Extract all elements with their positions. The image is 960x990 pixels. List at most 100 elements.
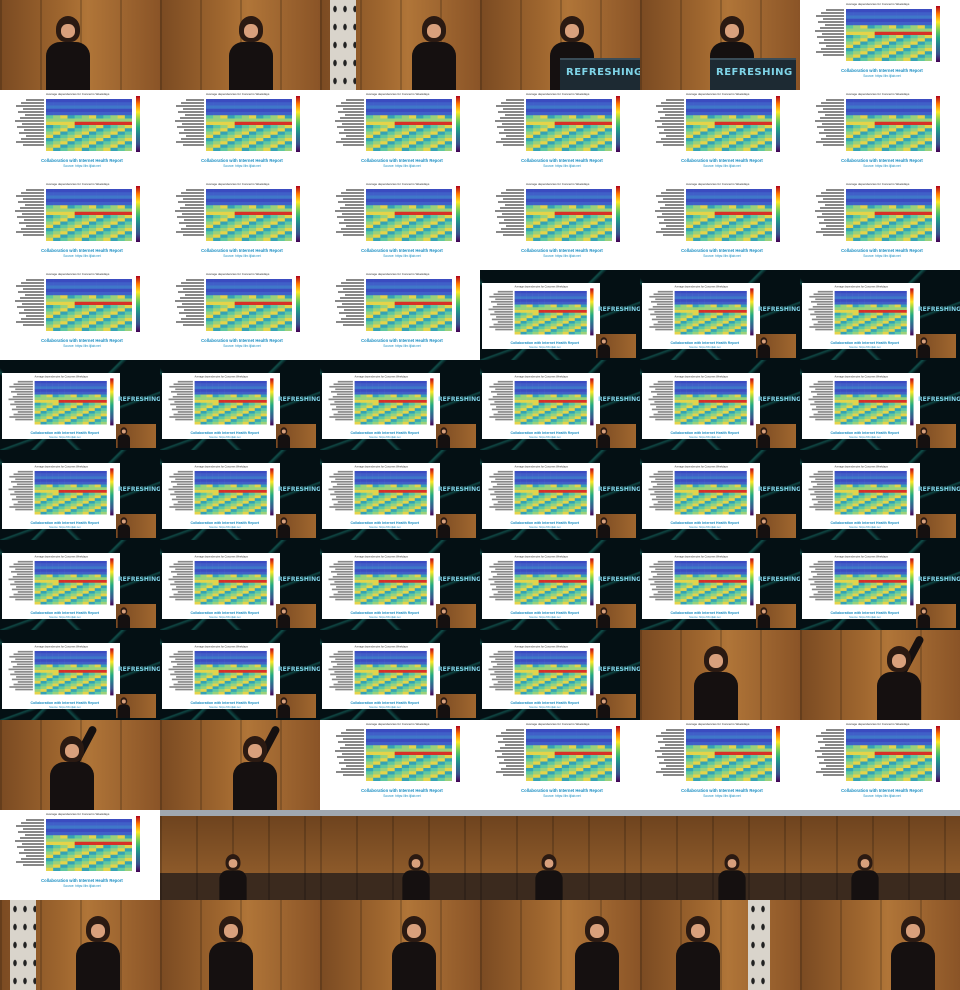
heatmap-chart: Average dependencies for Concerns Weekda…: [172, 272, 312, 358]
speaker-figure: [756, 516, 772, 538]
event-logo: REFRESHING: [758, 576, 800, 583]
slide-caption: Collaboration with Internet Health Repor…: [510, 700, 580, 705]
slide-caption: Collaboration with Internet Health Repor…: [30, 520, 100, 525]
heatmap: [366, 279, 452, 331]
heatmap: [514, 290, 587, 335]
podium: REFRESHING: [560, 58, 640, 90]
slide-with-speaker-frame: Average dependencies for Concerns Weekda…: [0, 540, 160, 630]
chart-title: Average dependencies for Concerns Weekda…: [366, 272, 430, 276]
chart-title: Average dependencies for Concerns Weekda…: [354, 375, 408, 379]
colorbar: [270, 378, 274, 426]
speaker-inset: [756, 424, 796, 448]
heatmap-chart: Average dependencies for Concerns Weekda…: [646, 555, 764, 627]
slide-thumbnail: Average dependencies for Concerns Weekda…: [162, 463, 280, 529]
heatmap-chart: Average dependencies for Concerns Weekda…: [332, 182, 472, 268]
heatmap-chart: Average dependencies for Concerns Weekda…: [646, 375, 764, 447]
heatmap: [514, 560, 587, 605]
row-labels: [806, 470, 833, 515]
speaker-figure: [399, 852, 434, 900]
slide-with-speaker-frame: Average dependencies for Concerns Weekda…: [480, 630, 640, 720]
event-logo: REFRESHING: [758, 306, 800, 313]
slide-caption: Collaboration with Internet Health Repor…: [670, 520, 740, 525]
slide-with-speaker-frame: Average dependencies for Concerns Weekda…: [800, 540, 960, 630]
heatmap-chart: Average dependencies for Concerns Weekda…: [486, 465, 604, 537]
chart-title: Average dependencies for Concerns Weekda…: [514, 285, 568, 289]
heatmap-chart: Average dependencies for Concerns Weekda…: [326, 375, 444, 447]
slide-source: Source: https://ihr.iijlab.net: [529, 525, 561, 529]
speaker-inset: [436, 514, 476, 538]
slide-source: Source: https://ihr.iijlab.net: [689, 525, 721, 529]
speaker-figure: [596, 426, 612, 448]
speaker-inset: [756, 334, 796, 358]
slide-caption: Collaboration with Internet Health Repor…: [201, 248, 283, 253]
slide-frame: Average dependencies for Concerns Weekda…: [480, 720, 640, 810]
slide-caption: Collaboration with Internet Health Repor…: [510, 610, 580, 615]
slide-with-speaker-frame: Average dependencies for Concerns Weekda…: [160, 630, 320, 720]
event-logo: REFRESHING: [758, 396, 800, 403]
heatmap: [354, 380, 427, 425]
speaker-figure: [203, 912, 259, 990]
speaker-frame: [480, 900, 640, 990]
heatmap-chart: Average dependencies for Concerns Weekda…: [492, 722, 632, 808]
chart-title: Average dependencies for Concerns Weekda…: [514, 555, 568, 559]
row-labels: [812, 9, 844, 61]
slide-source: Source: https://ihr.iijlab.net: [703, 794, 741, 798]
heatmap-chart: Average dependencies for Concerns Weekda…: [806, 285, 924, 357]
event-logo: REFRESHING: [918, 306, 960, 313]
speaker-inset: [596, 514, 636, 538]
slide-source: Source: https://ihr.iijlab.net: [529, 705, 561, 709]
chart-title: Average dependencies for Concerns Weekda…: [34, 375, 88, 379]
heatmap-chart: Average dependencies for Concerns Weekda…: [806, 465, 924, 537]
row-labels: [172, 189, 204, 241]
colorbar: [616, 186, 620, 242]
event-logo: REFRESHING: [598, 306, 640, 313]
heatmap-chart: Average dependencies for Concerns Weekda…: [6, 645, 124, 717]
heatmap: [686, 99, 772, 151]
speaker-figure: [40, 12, 96, 90]
heatmap: [46, 99, 132, 151]
heatmap: [206, 189, 292, 241]
speaker-figure: [227, 724, 283, 810]
heatmap: [846, 99, 932, 151]
speaker-inset: [596, 604, 636, 628]
heatmap-chart: Average dependencies for Concerns Weekda…: [12, 92, 152, 178]
event-logo: REFRESHING: [278, 396, 320, 403]
speaker-figure: [848, 852, 883, 900]
slide-source: Source: https://ihr.iijlab.net: [63, 884, 101, 888]
slide-frame: Average dependencies for Concerns Weekda…: [320, 180, 480, 270]
heatmap-chart: Average dependencies for Concerns Weekda…: [486, 285, 604, 357]
chart-title: Average dependencies for Concerns Weekda…: [366, 182, 430, 186]
colorbar: [776, 186, 780, 242]
speaker-inset: [436, 604, 476, 628]
slide-frame: Average dependencies for Concerns Weekda…: [0, 270, 160, 360]
slide-source: Source: https://ihr.iijlab.net: [849, 435, 881, 439]
heatmap: [34, 560, 107, 605]
colorbar: [910, 378, 914, 426]
chart-title: Average dependencies for Concerns Weekda…: [846, 2, 910, 6]
slide-caption: Collaboration with Internet Health Repor…: [521, 158, 603, 163]
chart-title: Average dependencies for Concerns Weekda…: [206, 92, 270, 96]
slide-source: Source: https://ihr.iijlab.net: [383, 164, 421, 168]
row-labels: [326, 650, 353, 695]
slide-source: Source: https://ihr.iijlab.net: [223, 344, 261, 348]
slide-frame: Average dependencies for Concerns Weekda…: [160, 90, 320, 180]
slide-caption: Collaboration with Internet Health Repor…: [841, 158, 923, 163]
speaker-figure: [436, 516, 452, 538]
stage-wide-frame: [320, 810, 480, 900]
slide-caption: Collaboration with Internet Health Repor…: [841, 68, 923, 73]
slide-source: Source: https://ihr.iijlab.net: [383, 794, 421, 798]
chart-title: Average dependencies for Concerns Weekda…: [514, 645, 568, 649]
speaker-figure: [885, 912, 941, 990]
row-labels: [166, 650, 193, 695]
heatmap: [846, 9, 932, 61]
colorbar: [270, 558, 274, 606]
slide-caption: Collaboration with Internet Health Repor…: [190, 610, 260, 615]
heatmap: [526, 99, 612, 151]
heatmap-chart: Average dependencies for Concerns Weekda…: [172, 92, 312, 178]
heatmap-chart: Average dependencies for Concerns Weekda…: [12, 812, 152, 898]
speaker-figure: [670, 912, 726, 990]
speaker-figure: [116, 516, 132, 538]
slide-caption: Collaboration with Internet Health Repor…: [830, 340, 900, 345]
chart-title: Average dependencies for Concerns Weekda…: [34, 555, 88, 559]
slide-with-speaker-frame: Average dependencies for Concerns Weekda…: [800, 270, 960, 360]
